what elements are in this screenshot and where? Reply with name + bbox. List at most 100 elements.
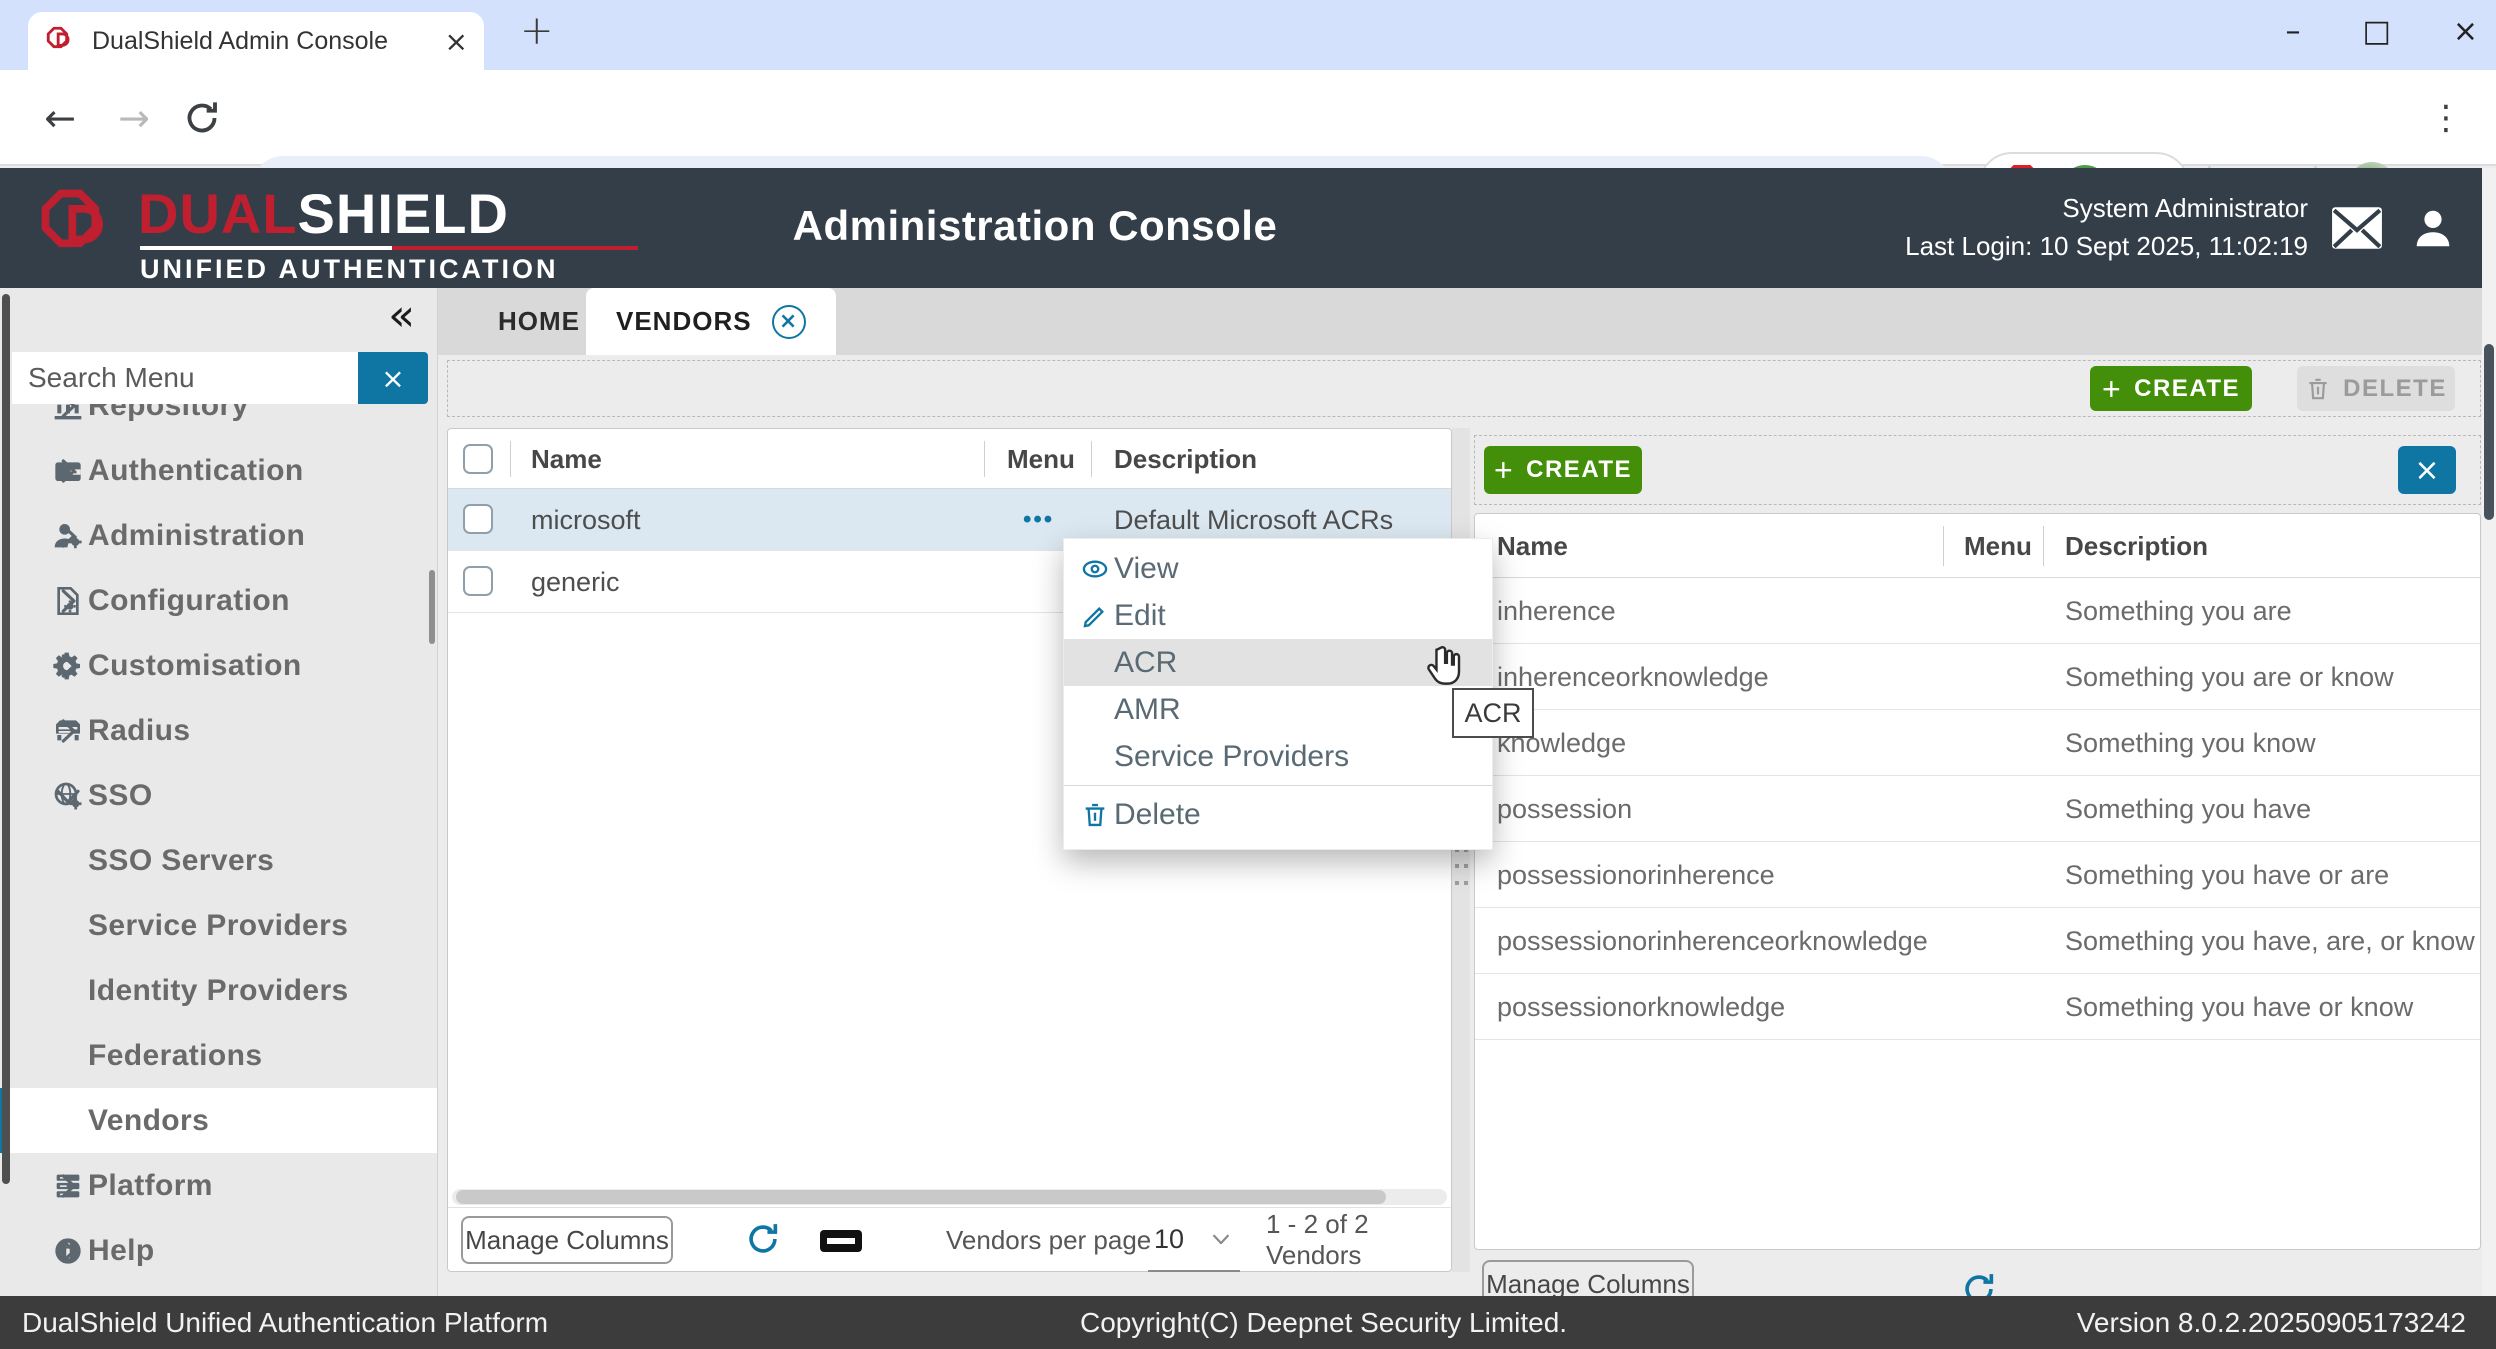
context-menu-item-service-providers[interactable]: Service Providers (1064, 733, 1492, 780)
density-icon[interactable] (820, 1230, 862, 1252)
back-button[interactable]: ← (38, 96, 82, 140)
tab-vendors[interactable]: VENDORS × (586, 288, 836, 355)
app-header: DUALSHIELD UNIFIED AUTHENTICATION Admini… (0, 168, 2496, 288)
sidebar-scrollbar[interactable] (429, 570, 435, 644)
sidebar-item-label: Vendors (88, 1103, 210, 1137)
vendor-name: microsoft (531, 504, 641, 535)
delete-vendor-button[interactable]: DELETE (2297, 366, 2455, 411)
acr-description: Something you have or know (2065, 991, 2414, 1022)
select-all-checkbox[interactable] (463, 444, 493, 474)
context-menu-label: Delete (1114, 797, 1201, 831)
context-menu-item-view[interactable]: View (1064, 545, 1492, 592)
browser-tab[interactable]: DualShield Admin Console × (28, 12, 484, 70)
user-info: System Administrator Last Login: 10 Sept… (1905, 190, 2308, 265)
window-close-button[interactable]: × (2453, 14, 2478, 49)
footer-copyright: Copyright(C) Deepnet Security Limited. (1080, 1306, 1568, 1338)
sidebar-item-help[interactable]: Help (0, 1218, 437, 1283)
sidebar-item-vendors[interactable]: Vendors (0, 1088, 437, 1153)
column-header-menu[interactable]: Menu (1007, 429, 1075, 489)
chevron-down-icon (52, 780, 84, 812)
sidebar-item-configuration[interactable]: Configuration (0, 568, 437, 633)
sidebar-item-label: Federations (88, 1038, 263, 1072)
sidebar-item-service-providers[interactable]: Service Providers (0, 893, 437, 958)
acr-row-knowledge[interactable]: knowledge Something you know (1475, 710, 2480, 776)
pagination-range: 1 - 2 of 2 Vendors (1266, 1209, 1369, 1270)
sidebar-item-federations[interactable]: Federations (0, 1023, 437, 1088)
sidebar-item-authentication[interactable]: Authentication (0, 438, 437, 503)
acr-row-possession[interactable]: possession Something you have (1475, 776, 2480, 842)
tab-vendors-close-icon[interactable]: × (771, 304, 806, 339)
sidebar-item-administration[interactable]: Administration (0, 503, 437, 568)
column-header-name[interactable]: Name (1497, 514, 1568, 578)
acr-table-rows: inherence Something you are inherenceorkno… (1475, 578, 2480, 1040)
context-menu-label: View (1114, 551, 1179, 585)
refresh-icon[interactable] (1960, 1270, 1998, 1296)
create-acr-button[interactable]: + CREATE (1484, 446, 1642, 494)
scrollbar-thumb[interactable] (456, 1190, 1386, 1204)
sidebar-item-radius[interactable]: Radius (0, 698, 437, 763)
refresh-icon[interactable] (744, 1220, 782, 1258)
row-menu-button[interactable]: ••• (1023, 489, 1054, 551)
logo-rule-red (392, 246, 638, 250)
search-menu-input[interactable] (12, 352, 358, 404)
tab-close-icon[interactable]: × (445, 25, 468, 58)
create-vendor-button[interactable]: + CREATE (2090, 366, 2252, 411)
search-clear-button[interactable]: × (358, 352, 428, 404)
new-tab-button[interactable]: + (520, 8, 554, 54)
sidebar-scrollbar-left[interactable] (2, 294, 10, 1184)
manage-columns-button[interactable]: Manage Columns (461, 1216, 673, 1264)
chevron-right-icon (52, 1170, 84, 1202)
sidebar-item-label: Authentication (88, 453, 304, 487)
chevron-right-icon (52, 1235, 84, 1267)
per-page-select[interactable]: 10 (1148, 1208, 1240, 1272)
sidebar-item-sso-servers[interactable]: SSO Servers (0, 828, 437, 893)
sidebar-item-sso[interactable]: SSO (0, 763, 437, 828)
page-scrollbar[interactable] (2482, 168, 2496, 1296)
column-header-menu[interactable]: Menu (1964, 514, 2032, 578)
horizontal-scrollbar[interactable] (452, 1189, 1447, 1205)
page-scrollbar-thumb[interactable] (2484, 344, 2494, 520)
sidebar-item-identity-providers[interactable]: Identity Providers (0, 958, 437, 1023)
mail-icon[interactable] (2330, 204, 2384, 252)
sidebar-item-label: Radius (88, 713, 191, 747)
column-header-name[interactable]: Name (531, 429, 602, 489)
context-menu-item-delete[interactable]: Delete (1064, 785, 1492, 843)
reload-button[interactable] (182, 98, 222, 138)
sidebar-menu: Repository Authentication Administration Co… (0, 373, 437, 1283)
acr-row-inherence[interactable]: inherence Something you are (1475, 578, 2480, 644)
context-menu-label: Edit (1114, 598, 1166, 632)
logo-tagline: UNIFIED AUTHENTICATION (140, 254, 559, 284)
context-menu-item-edit[interactable]: Edit (1064, 592, 1492, 639)
logo-rule-white (140, 246, 392, 250)
user-profile-icon[interactable] (2410, 204, 2456, 252)
acr-row-possessionorknowledge[interactable]: possessionorknowledge Something you have … (1475, 974, 2480, 1040)
forward-button[interactable]: → (112, 96, 156, 140)
acr-row-possessionorinherenceorknowledge[interactable]: possessionorinherenceorknowledge Somethin… (1475, 908, 2480, 974)
acr-row-possessionorinherence[interactable]: possessionorinherence Something you have … (1475, 842, 2480, 908)
column-header-description[interactable]: Description (1114, 429, 1257, 489)
acr-row-inherenceorknowledge[interactable]: inherenceorknowledge Something you are or… (1475, 644, 2480, 710)
window-minimize-button[interactable]: – (2286, 14, 2301, 49)
acr-name: possession (1497, 793, 1633, 824)
page-title: Administration Console (792, 202, 1278, 249)
sidebar-collapse-button[interactable]: « (388, 290, 415, 341)
column-header-description[interactable]: Description (2065, 514, 2208, 578)
manage-columns-button[interactable]: Manage Columns (1482, 1260, 1694, 1296)
browser-menu-icon[interactable]: ⋮ (2424, 96, 2468, 140)
window-maximize-button[interactable]: □ (2363, 14, 2391, 49)
sidebar-item-label: Administration (88, 518, 306, 552)
acr-name: possessionorknowledge (1497, 991, 1786, 1022)
per-page-label: Vendors per page (946, 1224, 1152, 1255)
sidebar-item-customisation[interactable]: Customisation (0, 633, 437, 698)
pencil-icon (1078, 602, 1112, 630)
row-checkbox[interactable] (463, 504, 493, 534)
row-checkbox[interactable] (463, 566, 493, 596)
chevron-right-icon (52, 715, 84, 747)
trash-icon (2305, 376, 2331, 402)
sidebar-item-label: Customisation (88, 648, 302, 682)
acr-panel-close-button[interactable]: × (2398, 446, 2456, 494)
acr-description: Something you have or are (2065, 859, 2390, 890)
sidebar-item-platform[interactable]: Platform (0, 1153, 437, 1218)
acr-table: Name Menu Description inherence Something… (1474, 513, 2481, 1250)
icon-spacer (1078, 696, 1112, 724)
